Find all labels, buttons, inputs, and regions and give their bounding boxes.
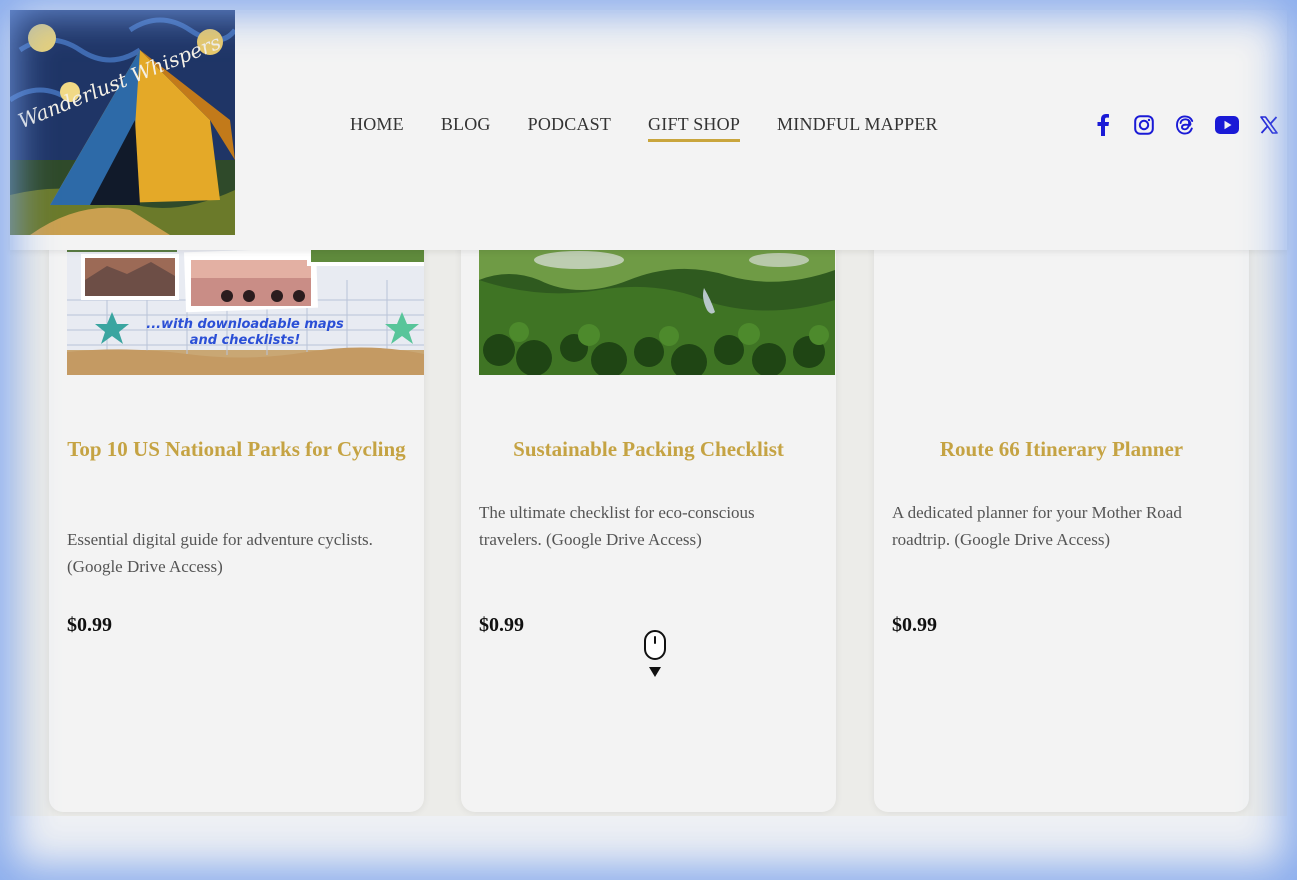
product-image-route66[interactable]	[892, 240, 1249, 375]
threads-icon[interactable]	[1173, 113, 1197, 137]
site-logo[interactable]: Wanderlust Whispers	[10, 10, 235, 235]
product-price: $0.99	[67, 614, 112, 636]
facebook-icon[interactable]	[1091, 113, 1115, 137]
product-title[interactable]: Sustainable Packing Checklist	[479, 436, 818, 463]
instagram-icon[interactable]	[1132, 113, 1156, 137]
product-price: $0.99	[479, 614, 524, 636]
main-nav: HOME BLOG PODCAST GIFT SHOP MINDFUL MAPP…	[350, 114, 975, 142]
nav-blog[interactable]: BLOG	[441, 114, 491, 142]
nav-mindful-mapper[interactable]: MINDFUL MAPPER	[777, 114, 938, 142]
product-description: A dedicated planner for your Mother Road…	[892, 503, 1182, 549]
product-card-route66[interactable]: Route 66 Itinerary Planner A dedicated p…	[874, 200, 1249, 812]
product-card-packing-checklist[interactable]: Sustainable Packing Checklist The ultima…	[461, 200, 836, 812]
scroll-down-icon	[643, 630, 667, 680]
collage-image: ...with downloadable maps and checklists…	[67, 240, 424, 375]
product-price: $0.99	[892, 614, 937, 636]
logo-artwork: Wanderlust Whispers	[10, 10, 235, 235]
forest-image	[479, 240, 835, 375]
social-links	[1091, 113, 1297, 137]
product-image-packing-checklist[interactable]	[479, 240, 835, 375]
collage-caption-line1: ...with downloadable maps	[146, 317, 344, 332]
product-image-national-parks[interactable]: ...with downloadable maps and checklists…	[67, 240, 424, 375]
nav-podcast[interactable]: PODCAST	[528, 114, 611, 142]
collage-caption-line2: and checklists!	[190, 333, 301, 348]
product-title[interactable]: Top 10 US National Parks for Cycling	[67, 436, 406, 463]
product-card-national-parks[interactable]: ...with downloadable maps and checklists…	[49, 200, 424, 812]
nav-gift-shop[interactable]: GIFT SHOP	[648, 114, 741, 142]
youtube-icon[interactable]	[1214, 113, 1240, 137]
site-header: Wanderlust Whispers HOME BLOG PODCAST GI…	[10, 10, 1287, 250]
product-description: The ultimate checklist for eco-conscious…	[479, 503, 755, 549]
product-description: Essential digital guide for adventure cy…	[67, 530, 373, 576]
product-title[interactable]: Route 66 Itinerary Planner	[892, 436, 1231, 463]
nav-home[interactable]: HOME	[350, 114, 404, 142]
x-icon[interactable]	[1257, 113, 1281, 137]
